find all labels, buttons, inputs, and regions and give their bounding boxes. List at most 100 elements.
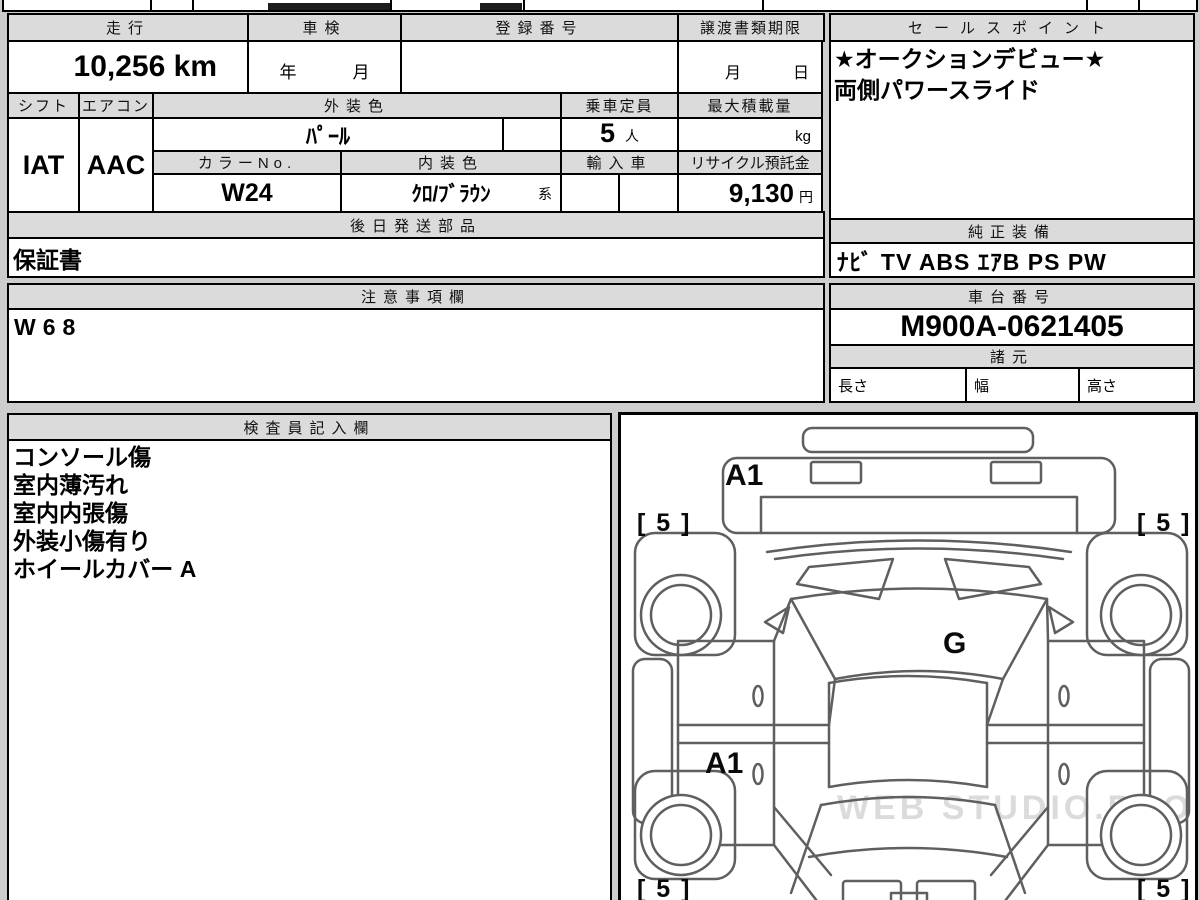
recycle-unit: 円 [794,179,813,207]
notes-value-cell: W68 [7,308,825,403]
equipment-value-cell: ﾅﾋﾞ TV ABS ｴｱB PS PW [829,242,1195,278]
transfer-deadline-header: 譲渡書類期限 [677,13,825,42]
max-load-value-cell: kg [677,117,823,152]
import-header: 輸入車 [560,150,679,175]
mileage-header: 走行 [7,13,249,42]
color-no-value: W24 [221,179,272,208]
notes-header: 注意事項欄 [7,283,825,310]
later-parts-value: 保証書 [13,241,82,275]
cropped-text-fragment [480,3,522,10]
cropped-divider [192,0,194,10]
later-parts-label: 後日発送部品 [350,215,482,236]
recycle-header: リサイクル預託金 [677,150,823,175]
import-blank-cell-1 [560,173,620,213]
sales-point-line: ★オークションデビュー★ [834,44,1193,75]
inspector-header: 検査員記入欄 [7,413,612,441]
notes-label: 注意事項欄 [361,286,471,307]
later-parts-header: 後日発送部品 [7,211,825,239]
interior-color-suffix: 系 [538,184,552,204]
chassis-number-header: 車台番号 [829,283,1195,310]
inspector-body: コンソール傷 室内薄汚れ 室内内張傷 外装小傷有り ホイールカバー A [7,439,612,900]
car-outline-drawing [621,415,1198,900]
import-label: 輸入車 [586,152,652,173]
inspection-month-label: 月 [353,58,370,83]
shift-label: シフト [18,95,69,116]
exterior-color-value: ﾊﾟｰﾙ [306,119,350,151]
side-grade-mark: A1 [705,747,743,781]
inspector-line: コンソール傷 [13,443,610,471]
tire-mark-rear-left: [ 5 ] [637,875,691,900]
cropped-divider [150,0,152,10]
recycle-value-cell: 9,130 円 [677,173,823,213]
registration-value-cell [400,40,679,94]
sales-points-header: セールスポイント [829,13,1195,42]
chassis-number-label: 車台番号 [968,286,1056,307]
capacity-unit: 人 [625,126,639,146]
interior-color-label: 内装色 [418,152,484,173]
specs-header: 諸元 [829,344,1195,369]
inspection-year-label: 年 [280,58,297,83]
inspector-line: 室内薄汚れ [13,471,610,499]
recycle-value: 9,130 [729,178,794,209]
mileage-value-cell: 10,256 km [7,40,249,94]
tire-mark-rear-right: [ 5 ] [1137,875,1191,900]
transfer-month-label: 月 [725,59,741,83]
shift-header: シフト [7,92,80,119]
cropped-top-row [2,0,1198,12]
exterior-color-header: 外装色 [152,92,562,119]
cropped-text-fragment [268,3,390,10]
sales-point-line: 両側パワースライド [834,75,1193,106]
chassis-number-value: M900A-0621405 [900,310,1124,344]
shift-value-cell: IAT [7,117,80,213]
transfer-deadline-value-cell: 月 日 [677,40,823,94]
spec-width-cell: 幅 [965,367,1080,403]
capacity-label: 乗車定員 [585,95,653,116]
notes-value: W68 [14,314,82,340]
exterior-color-value-cell: ﾊﾟｰﾙ [152,117,504,152]
equipment-value: ﾅﾋﾞ TV ABS ｴｱB PS PW [837,243,1107,277]
cropped-divider [762,0,764,10]
tire-mark-front-right: [ 5 ] [1137,509,1191,538]
equipment-header: 純正装備 [829,218,1195,244]
car-condition-diagram: WEB STUDIO.PRO [618,412,1198,900]
cropped-divider [1086,0,1088,10]
spec-width-label: 幅 [974,375,989,396]
front-grade-mark: A1 [725,459,763,493]
car-outline [633,428,1189,900]
transfer-deadline-label: 譲渡書類期限 [700,17,802,38]
max-load-header: 最大積載量 [677,92,823,119]
sales-points-body: ★オークションデビュー★ 両側パワースライド [829,40,1195,220]
registration-header: 登録番号 [400,13,679,42]
specs-label: 諸元 [990,346,1034,367]
color-no-header: カラーNo. [152,150,342,175]
capacity-value-cell: 5 人 [560,117,679,152]
inspector-line: ホイールカバー A [13,555,610,583]
capacity-header: 乗車定員 [560,92,679,119]
interior-color-value: ｸﾛ/ﾌﾞﾗｳﾝ [411,178,490,208]
inspector-label: 検査員記入欄 [243,417,375,438]
sales-points-label: セールスポイント [908,17,1116,38]
max-load-unit: kg [795,128,811,145]
inspection-value-cell: 年 月 [247,40,402,94]
inspection-label: 車検 [302,17,346,38]
spec-height-cell: 高さ [1078,367,1195,403]
inspection-header: 車検 [247,13,402,42]
cropped-divider [390,0,392,10]
exterior-color-blank-cell [502,117,562,152]
exterior-color-label: 外装色 [324,95,390,116]
aircon-header: エアコン [78,92,154,119]
max-load-label: 最大積載量 [707,95,792,116]
interior-color-header: 内装色 [340,150,562,175]
import-blank-cell-2 [618,173,679,213]
equipment-label: 純正装備 [968,221,1056,242]
auction-sheet-page: { "colors": { "page_bg": "#cdcdcd", "hea… [0,0,1200,900]
spec-length-cell: 長さ [829,367,967,403]
later-parts-value-cell: 保証書 [7,237,825,278]
cropped-divider [523,0,525,10]
tire-mark-front-left: [ 5 ] [637,509,691,538]
aircon-value: AAC [87,150,146,181]
mileage-value: 10,256 km [74,50,217,84]
shift-value: IAT [23,150,65,181]
aircon-label: エアコン [82,95,150,116]
spec-length-label: 長さ [838,375,868,396]
